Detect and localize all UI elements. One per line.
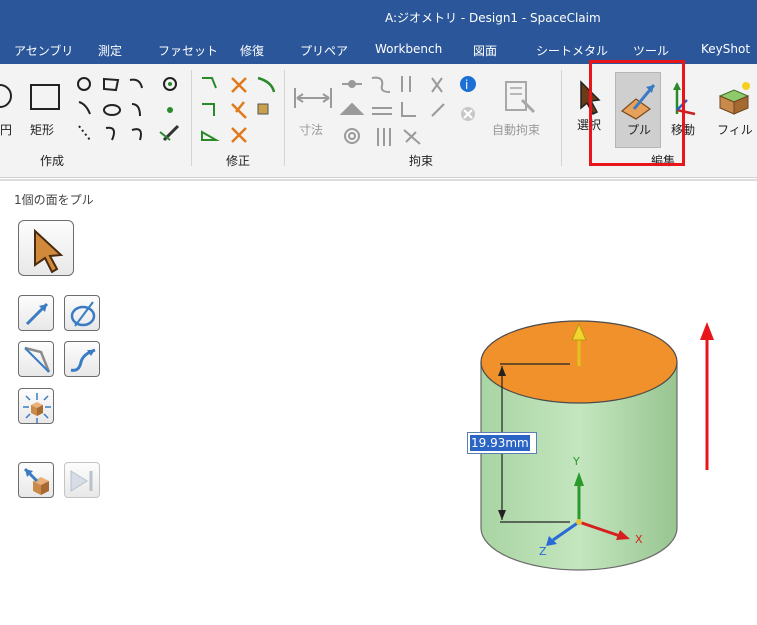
group-modify-label: 修正 [226,154,251,168]
scale-body-icon [23,393,51,423]
rectangle-icon [30,84,60,110]
sketch-tools-icon[interactable] [74,74,184,146]
rectangle-tool[interactable] [28,82,62,112]
menu-facet[interactable]: ファセット [158,42,218,59]
scale-guide-button[interactable] [18,388,54,424]
circle-icon [0,84,12,108]
revolve-icon [70,301,96,327]
menu-workbench[interactable]: Workbench [375,42,442,56]
menu-prepare[interactable]: プリペア [300,42,348,59]
window-title: A:ジオメトリ - Design1 - SpaceClaim [385,11,601,25]
ribbon-divider [0,179,757,181]
up-to-guide-button[interactable] [18,462,54,498]
ribbon-separator [561,70,562,166]
draft-guide-button[interactable] [18,341,54,377]
full-pull-guide-button[interactable] [64,462,100,498]
rectangle-label: 矩形 [30,123,55,137]
up-to-icon [23,467,49,495]
group-create-label: 作成 [40,154,65,168]
sweep-icon [70,348,96,372]
modify-tools-icon[interactable] [198,74,280,146]
panel-title: 1個の面をプル [14,193,94,207]
auto-constraint-icon[interactable] [500,80,540,114]
dimension-icon[interactable] [293,86,333,110]
axis-x-label: X [635,533,643,546]
ribbon-separator [284,70,285,166]
menu-drawing[interactable]: 図面 [473,42,497,59]
revolve-guide-button[interactable] [64,295,100,331]
fill-icon[interactable] [716,80,752,116]
highlight-box [589,60,685,166]
menu-sheetmetal[interactable]: シートメタル [536,42,608,59]
menu-measure[interactable]: 測定 [98,42,122,59]
dimension-value[interactable]: 19.93mm [470,435,530,451]
circle-label: 円 [0,123,13,137]
full-pull-icon [70,470,93,492]
menu-tools[interactable]: ツール [633,42,669,59]
axis-y-label: Y [573,455,580,468]
ribbon-separator [191,70,192,166]
dimension-input[interactable]: 19.93mm [467,432,537,454]
svg-text:i: i [465,78,468,92]
title-bar: A:ジオメトリ - Design1 - SpaceClaim [0,0,757,34]
select-arrow-icon [34,228,64,274]
direction-arrow-icon [25,302,49,326]
sweep-guide-button[interactable] [64,341,100,377]
menu-repair[interactable]: 修復 [240,42,264,59]
direction-guide-button[interactable] [18,295,54,331]
draft-icon [24,346,51,373]
annotation-arrow-icon [700,322,714,470]
auto-constraint-label: 自動拘束 [492,123,541,137]
select-guide-button[interactable] [18,220,74,276]
axis-z-label: Z [539,545,547,558]
constraint-tools-icon[interactable]: i [340,74,480,148]
circle-tool[interactable] [0,80,14,112]
fill-label: フィル [717,123,753,137]
group-constraint-label: 拘束 [409,154,434,168]
menu-assembly[interactable]: アセンブリ [14,42,73,59]
dimension-label: 寸法 [299,123,324,137]
menu-keyshot[interactable]: KeyShot [701,42,750,56]
